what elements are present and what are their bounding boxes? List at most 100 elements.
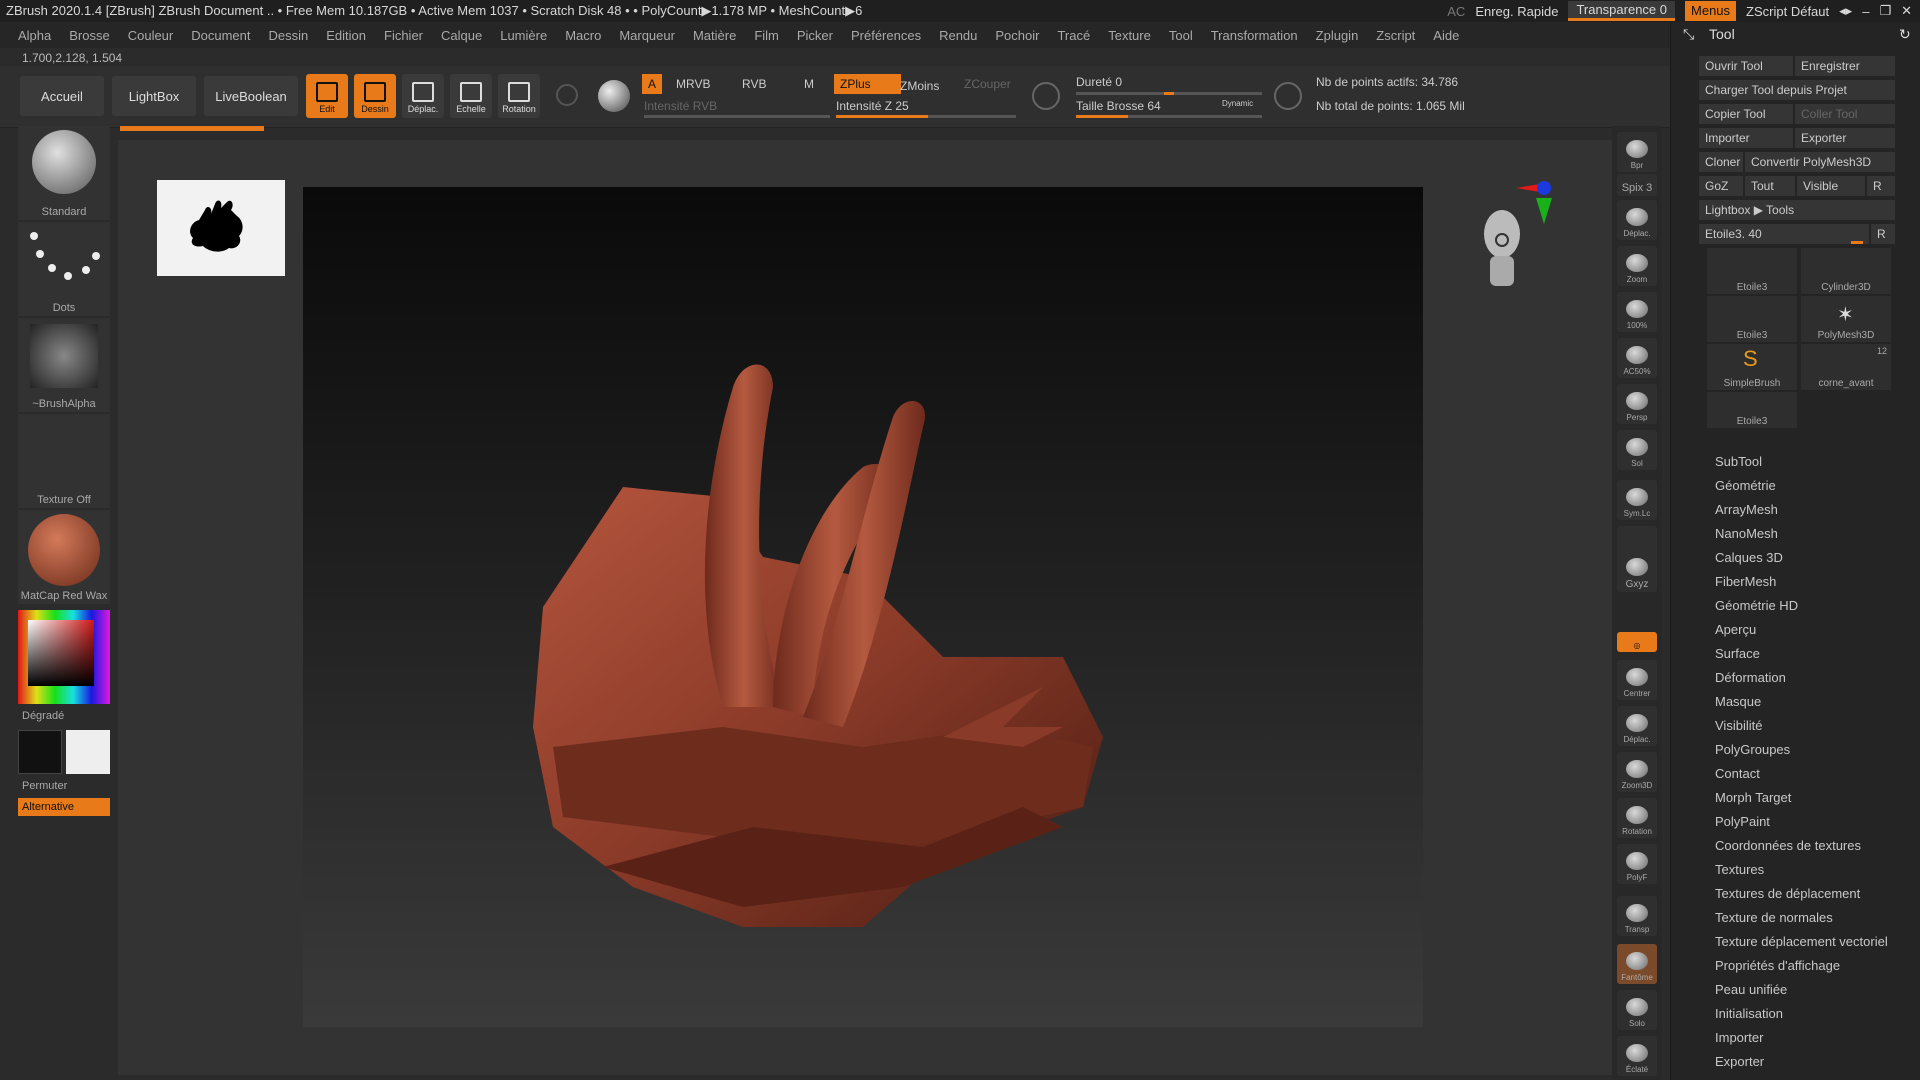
move-3d-button[interactable]: Déplac. <box>1617 706 1657 746</box>
move-button[interactable]: Déplac. <box>402 74 444 118</box>
tool-tile-etoile3[interactable]: Etoile3 <box>1707 248 1797 294</box>
menu-fichier[interactable]: Fichier <box>384 28 423 43</box>
subpalette-normal-map[interactable]: Texture de normales <box>1715 910 1833 925</box>
subpalette-displacement-map[interactable]: Textures de déplacement <box>1715 886 1860 901</box>
subpalette-surface[interactable]: Surface <box>1715 646 1760 661</box>
z-intensity-slider[interactable]: Intensité Z 25 <box>836 96 909 116</box>
rotate-3d-button[interactable]: Rotation <box>1617 798 1657 838</box>
lazy-mouse-icon[interactable] <box>1032 82 1060 110</box>
goz-all-button[interactable]: Tout <box>1745 176 1795 196</box>
tool-tile-polymesh3d[interactable]: ✶ PolyMesh3D <box>1801 296 1891 342</box>
subpalette-deformation[interactable]: Déformation <box>1715 670 1786 685</box>
copy-tool-button[interactable]: Copier Tool <box>1699 104 1793 124</box>
zoom-3d-button[interactable]: Zoom3D <box>1617 752 1657 792</box>
subpalette-geometry[interactable]: Géométrie <box>1715 478 1776 493</box>
subpalette-visibility[interactable]: Visibilité <box>1715 718 1762 733</box>
gradient-label[interactable]: Dégradé <box>22 710 64 722</box>
subpalette-initialize[interactable]: Initialisation <box>1715 1006 1783 1021</box>
brush-size-slider[interactable]: Taille Brosse 64 <box>1076 96 1161 116</box>
subpalette-layers3d[interactable]: Calques 3D <box>1715 550 1783 565</box>
menu-macro[interactable]: Macro <box>565 28 601 43</box>
bpr-button[interactable]: Bpr <box>1617 132 1657 172</box>
menu-lumiere[interactable]: Lumière <box>500 28 547 43</box>
quick-save-button[interactable]: Enreg. Rapide <box>1475 4 1558 19</box>
zplus-toggle[interactable]: ZPlus <box>834 74 901 94</box>
goz-r-button[interactable]: R <box>1867 176 1895 196</box>
current-tool-slider-knob[interactable] <box>1851 241 1863 244</box>
subpalette-subtool[interactable]: SubTool <box>1715 454 1762 469</box>
menu-film[interactable]: Film <box>754 28 779 43</box>
tool-slider-r-button[interactable]: R <box>1871 224 1895 244</box>
transparency-button[interactable]: Transp <box>1617 896 1657 936</box>
brush-picker[interactable]: Standard <box>18 126 110 220</box>
menu-pochoir[interactable]: Pochoir <box>995 28 1039 43</box>
document-thumbnail[interactable] <box>157 180 285 276</box>
menu-couleur[interactable]: Couleur <box>128 28 174 43</box>
material-sphere-icon[interactable] <box>598 80 630 112</box>
clone-button[interactable]: Cloner <box>1699 152 1743 172</box>
menu-texture[interactable]: Texture <box>1108 28 1151 43</box>
zscript-default-button[interactable]: ZScript Défaut <box>1746 4 1829 19</box>
frame-button[interactable]: Centrer <box>1617 660 1657 700</box>
rgb-intensity-slider[interactable]: Intensité RVB <box>644 96 717 116</box>
axis-gizmo[interactable] <box>1514 176 1562 236</box>
subpalette-uv-map[interactable]: Coordonnées de textures <box>1715 838 1861 853</box>
draw-button[interactable]: Dessin <box>354 74 396 118</box>
ghost-button[interactable]: Fantôme <box>1617 944 1657 984</box>
ac-label[interactable]: AC <box>1447 4 1465 19</box>
menu-preferences[interactable]: Préférences <box>851 28 921 43</box>
local-symmetry-button[interactable]: Sym.Lc <box>1617 480 1657 520</box>
menu-brosse[interactable]: Brosse <box>69 28 109 43</box>
menu-marqueur[interactable]: Marqueur <box>619 28 675 43</box>
convert-polymesh-button[interactable]: Convertir PolyMesh3D <box>1745 152 1895 172</box>
menu-document[interactable]: Document <box>191 28 250 43</box>
home-button[interactable]: Accueil <box>20 76 104 116</box>
move-view-button[interactable]: Déplac. <box>1617 200 1657 240</box>
rvb-toggle[interactable]: RVB <box>742 74 766 94</box>
secondary-color-swatch[interactable] <box>66 730 110 774</box>
load-from-project-button[interactable]: Charger Tool depuis Projet <box>1699 80 1895 100</box>
goz-visible-button[interactable]: Visible <box>1797 176 1865 196</box>
menus-toggle[interactable]: Menus <box>1685 1 1737 21</box>
subpalette-unified-skin[interactable]: Peau unifiée <box>1715 982 1787 997</box>
subpalette-geometry-hd[interactable]: Géométrie HD <box>1715 598 1798 613</box>
liveboolean-button[interactable]: LiveBoolean <box>204 76 298 116</box>
hardness-slider[interactable]: Dureté 0 <box>1076 72 1122 92</box>
zcut-toggle[interactable]: ZCouper <box>964 74 1011 94</box>
solo-button[interactable]: Solo <box>1617 990 1657 1030</box>
hardness-knob[interactable] <box>1164 92 1174 95</box>
menu-zscript[interactable]: Zscript <box>1376 28 1415 43</box>
window-close-icon[interactable]: ✕ <box>1901 3 1912 19</box>
open-tool-button[interactable]: Ouvrir Tool <box>1699 56 1793 76</box>
texture-picker[interactable]: Texture Off <box>18 414 110 508</box>
subpalette-polypaint[interactable]: PolyPaint <box>1715 814 1770 829</box>
current-tool-slider[interactable]: Etoile3. 40 <box>1699 224 1869 244</box>
save-tool-button[interactable]: Enregistrer <box>1795 56 1895 76</box>
subpalette-import[interactable]: Importer <box>1715 1030 1763 1045</box>
color-square[interactable] <box>28 620 94 686</box>
lightbox-tools-button[interactable]: Lightbox ▶ Tools <box>1699 200 1895 220</box>
zminus-toggle[interactable]: ZMoins <box>900 76 939 96</box>
menu-transformation[interactable]: Transformation <box>1211 28 1298 43</box>
dynamic-toggle[interactable]: Dynamic <box>1222 94 1253 114</box>
export-tool-button[interactable]: Exporter <box>1795 128 1895 148</box>
menu-matiere[interactable]: Matière <box>693 28 736 43</box>
lightbox-button[interactable]: LightBox <box>112 76 196 116</box>
menu-zplugin[interactable]: Zplugin <box>1316 28 1359 43</box>
tool-tile-simplebrush[interactable]: S SimpleBrush <box>1707 344 1797 390</box>
goz-button[interactable]: GoZ <box>1699 176 1743 196</box>
menu-tool[interactable]: Tool <box>1169 28 1193 43</box>
gizmo-toggle[interactable]: ◎ <box>1617 632 1657 652</box>
subpalette-nanomesh[interactable]: NanoMesh <box>1715 526 1778 541</box>
subpalette-arraymesh[interactable]: ArrayMesh <box>1715 502 1778 517</box>
zoom-view-button[interactable]: Zoom <box>1617 246 1657 286</box>
subpalette-contact[interactable]: Contact <box>1715 766 1760 781</box>
subpalette-export[interactable]: Exporter <box>1715 1054 1764 1069</box>
window-restore-icon[interactable]: ❐ <box>1879 3 1891 19</box>
rotate-button[interactable]: Rotation <box>498 74 540 118</box>
xyz-button[interactable]: Gxyz <box>1617 526 1657 592</box>
tool-tile-corne-avant[interactable]: 12 corne_avant <box>1801 344 1891 390</box>
menu-calque[interactable]: Calque <box>441 28 482 43</box>
tool-palette-header[interactable]: ⤡ Tool ↻ <box>1671 22 1920 48</box>
half-size-button[interactable]: AC50% <box>1617 338 1657 378</box>
